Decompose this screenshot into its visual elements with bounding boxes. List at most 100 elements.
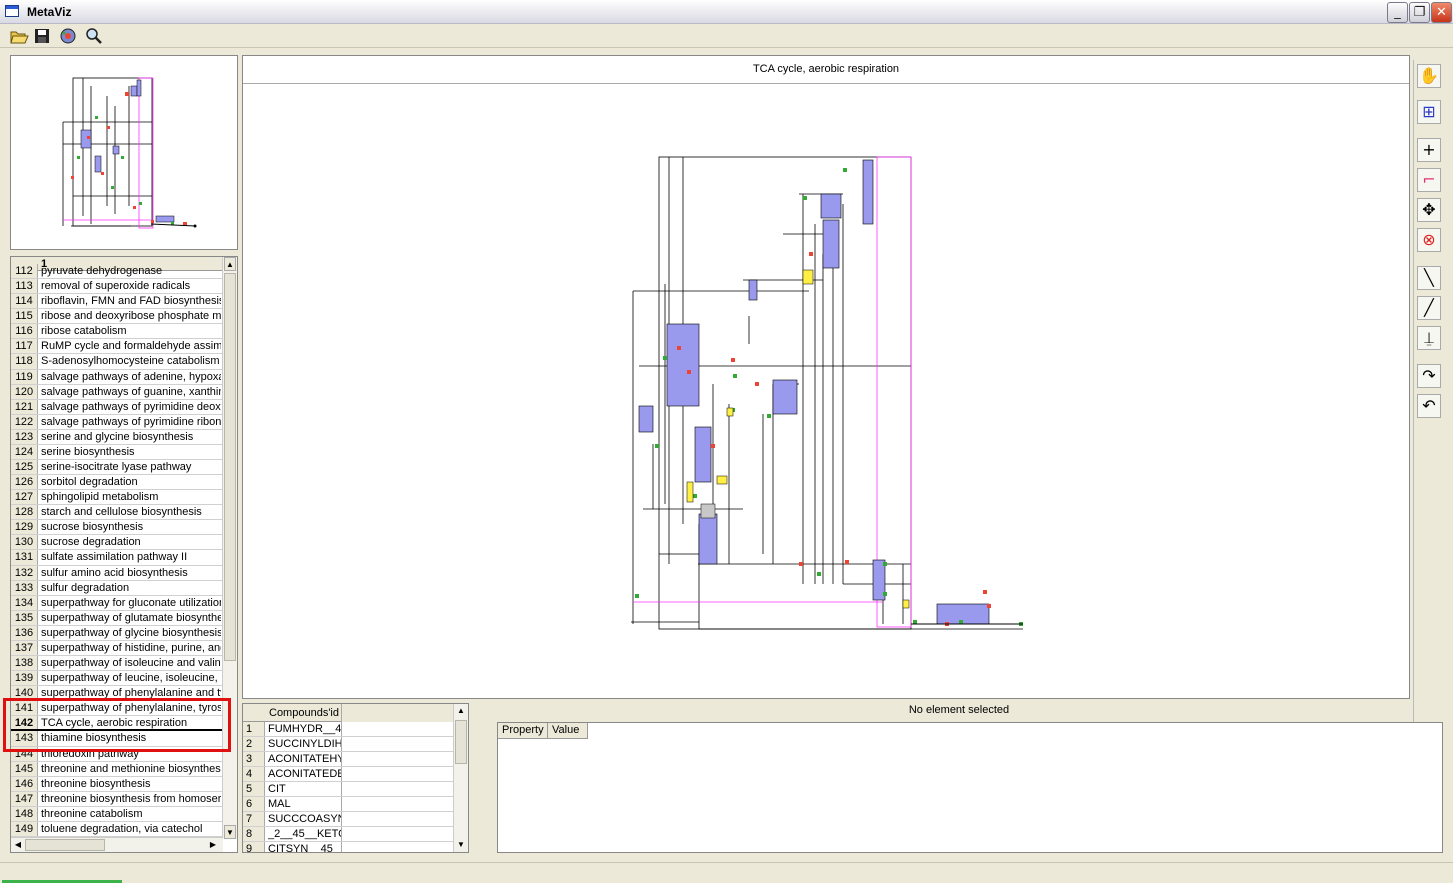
redo-icon[interactable]: ↷ [1417,364,1441,388]
pathway-row[interactable]: 120salvage pathways of guanine, xanthine… [11,384,223,400]
add-edge-icon[interactable]: ⌐ [1417,168,1441,192]
compound-id: CITSYN__45__F [268,842,342,852]
scroll-up-arrow-icon[interactable]: ▲ [455,704,467,718]
scroll-thumb[interactable] [455,720,467,764]
status-bar [0,862,1453,883]
pathway-row-label: salvage pathways of guanine, xanthine, a [41,385,221,398]
overview-minimap[interactable] [10,55,238,250]
pathway-row[interactable]: 135 superpathway of glutamate biosynthesi… [11,610,223,626]
compound-row[interactable]: 5 CIT [243,782,453,797]
pathway-row[interactable]: 137 superpathway of histidine, purine, an… [11,640,223,657]
pathway-row[interactable]: 148 threonine catabolism [11,806,223,822]
pathway-row[interactable]: 121 salvage pathways of pyrimidine deoxyr… [11,399,223,415]
compound-row[interactable]: 3 ACONITATEHY [243,752,453,767]
move-icon[interactable]: ✥ [1417,198,1441,222]
pathway-row[interactable]: 138 superpathway of isoleucine and valine… [11,656,223,672]
selection-status: No element selected [908,704,1010,716]
pathway-row[interactable]: 136 superpathway of glycine biosynthesis [11,625,223,641]
maximize-button[interactable]: ❐ [1409,2,1430,23]
pathway-row[interactable]: 114 riboflavin, FMN and FAD biosynthesis [11,294,223,310]
compound-row-number: 8 [243,827,265,841]
pathway-row[interactable]: 133 sulfur degradation [11,580,223,596]
pathway-row[interactable]: 147 threonine biosynthesis from homoserin… [11,791,223,807]
pathway-row[interactable]: 125 serine-isocitrate lyase pathway [11,460,223,476]
pathway-row[interactable]: 134 superpathway for gluconate utilizatio… [11,595,223,611]
undo-icon[interactable]: ↶ [1417,394,1441,418]
scroll-down-arrow-icon[interactable]: ▼ [455,838,467,852]
property-column-header[interactable]: Property [498,723,548,739]
hand-icon[interactable]: ✋ [1417,64,1441,88]
compound-row[interactable]: 7SUCCCOASYN_ [243,812,453,827]
pathway-row-number: 136 [11,625,38,640]
pathway-row[interactable]: 113 removal of superoxide radicals [11,279,223,295]
pathway-row[interactable]: 112 pyruvate dehydrogenase [11,264,223,280]
pathway-row[interactable]: 127 sphingolipid metabolism [11,490,223,506]
scroll-thumb[interactable] [224,273,236,661]
pathway-row[interactable]: 117 RuMP cycle and formaldehyde assimilat [11,339,223,355]
compound-id: MAL [268,797,342,811]
compound-row[interactable]: 1 FUMHYDR__45 [243,722,453,737]
pathway-row[interactable]: 122 salvage pathways of pyrimidine ribonu… [11,414,223,430]
pathway-row[interactable]: 118 S-adenosylhomocysteine catabolism [11,354,223,370]
compound-row-number: 7 [243,812,265,826]
pathway-row-label: superpathway of glutamate biosynthesis [41,611,221,624]
pathway-list-hscrollbar[interactable]: ◀ ▶ [11,837,223,852]
pathway-row-label: salvage pathways of pyrimidine deoxyrib [41,400,221,413]
pathway-row-label: sphingolipid metabolism [41,491,159,504]
pathway-row[interactable]: 115 ribose and deoxyribose phosphate meta [11,309,223,325]
close-button[interactable]: ✕ [1431,2,1452,23]
pathway-row[interactable]: 145 threonine and methionine biosynthesis [11,761,223,777]
pathway-row[interactable]: 131 sulfate assimilation pathway II [11,550,223,566]
pathway-row[interactable]: 126 sorbitol degradation [11,475,223,491]
pathway-row-label: sucrose degradation [41,536,141,549]
compound-row[interactable]: 6 MAL [243,797,453,812]
pathway-row[interactable]: 124 serine biosynthesis [11,444,223,461]
selection-highlight-box [3,698,231,752]
compounds-header[interactable]: Compounds'id [243,704,453,722]
scroll-left-arrow-icon[interactable]: ◀ [12,839,24,851]
network-icon[interactable] [57,26,79,46]
pathway-row[interactable]: 123 serine and glycine biosynthesis [11,429,223,445]
fit-icon[interactable]: ⊞ [1417,100,1441,124]
add-node-icon[interactable]: + [1417,138,1441,162]
compound-row[interactable]: 4 ACONITATEDE [243,767,453,782]
scroll-right-arrow-icon[interactable]: ▶ [207,839,219,851]
hscroll-thumb[interactable] [25,839,105,851]
draw-line-icon[interactable]: ╲ [1417,266,1441,290]
pathway-row[interactable]: 139 superpathway of leucine, isoleucine, … [11,671,223,687]
compound-row-number: 5 [243,782,265,796]
search-icon[interactable] [83,26,105,46]
open-icon[interactable] [8,26,30,46]
properties-table[interactable]: Property Value [497,722,1443,853]
compounds-header-label: Compounds'id [269,707,339,719]
pathway-graph[interactable] [243,84,1409,698]
anchor-icon[interactable]: ⍊ [1417,326,1441,350]
pathway-row[interactable]: 130 sucrose degradation [11,535,223,551]
compounds-vscrollbar[interactable]: ▲ ▼ [453,704,468,852]
minimize-button[interactable]: _ [1387,2,1408,23]
value-column-header[interactable]: Value [548,723,588,739]
compound-row-number: 9 [243,842,265,852]
save-icon[interactable] [31,26,53,46]
compound-row[interactable]: 9CITSYN__45__F [243,842,453,852]
pathway-row[interactable]: 116 ribose catabolism [11,324,223,340]
pathway-list[interactable]: 1 112 pyruvate dehydrogenase 113 removal of… [10,256,238,853]
scroll-up-arrow-icon[interactable]: ▲ [224,257,236,271]
compound-row[interactable]: 2 SUCCINYLDIHY [243,737,453,752]
pathway-row[interactable]: 146 threonine biosynthesis [11,776,223,792]
pathway-row-number: 114 [11,294,38,309]
pathway-row[interactable]: 119 salvage pathways of adenine, hypoxant… [11,369,223,385]
pathway-canvas[interactable]: TCA cycle, aerobic respiration [242,55,1410,699]
window-title: MetaViz [27,5,72,19]
pathway-row-number: 149 [11,821,38,836]
compounds-header-col2[interactable] [341,704,453,722]
pathway-row[interactable]: 129 sucrose biosynthesis [11,520,223,536]
compound-row[interactable]: 8_2__45__KETOG [243,827,453,842]
compounds-table[interactable]: Compounds'id 1 FUMHYDR__45 2 SUCCINYLDIHY 3 A… [242,703,469,853]
pathway-row[interactable]: 132 sulfur amino acid biosynthesis [11,565,223,581]
draw-curve-icon[interactable]: ╱ [1417,296,1441,320]
delete-icon[interactable]: ⊗ [1417,228,1441,252]
scroll-down-arrow-icon[interactable]: ▼ [224,825,236,839]
pathway-row[interactable]: 128 starch and cellulose biosynthesis [11,505,223,521]
pathway-row[interactable]: 149 toluene degradation, via catechol [11,821,223,837]
